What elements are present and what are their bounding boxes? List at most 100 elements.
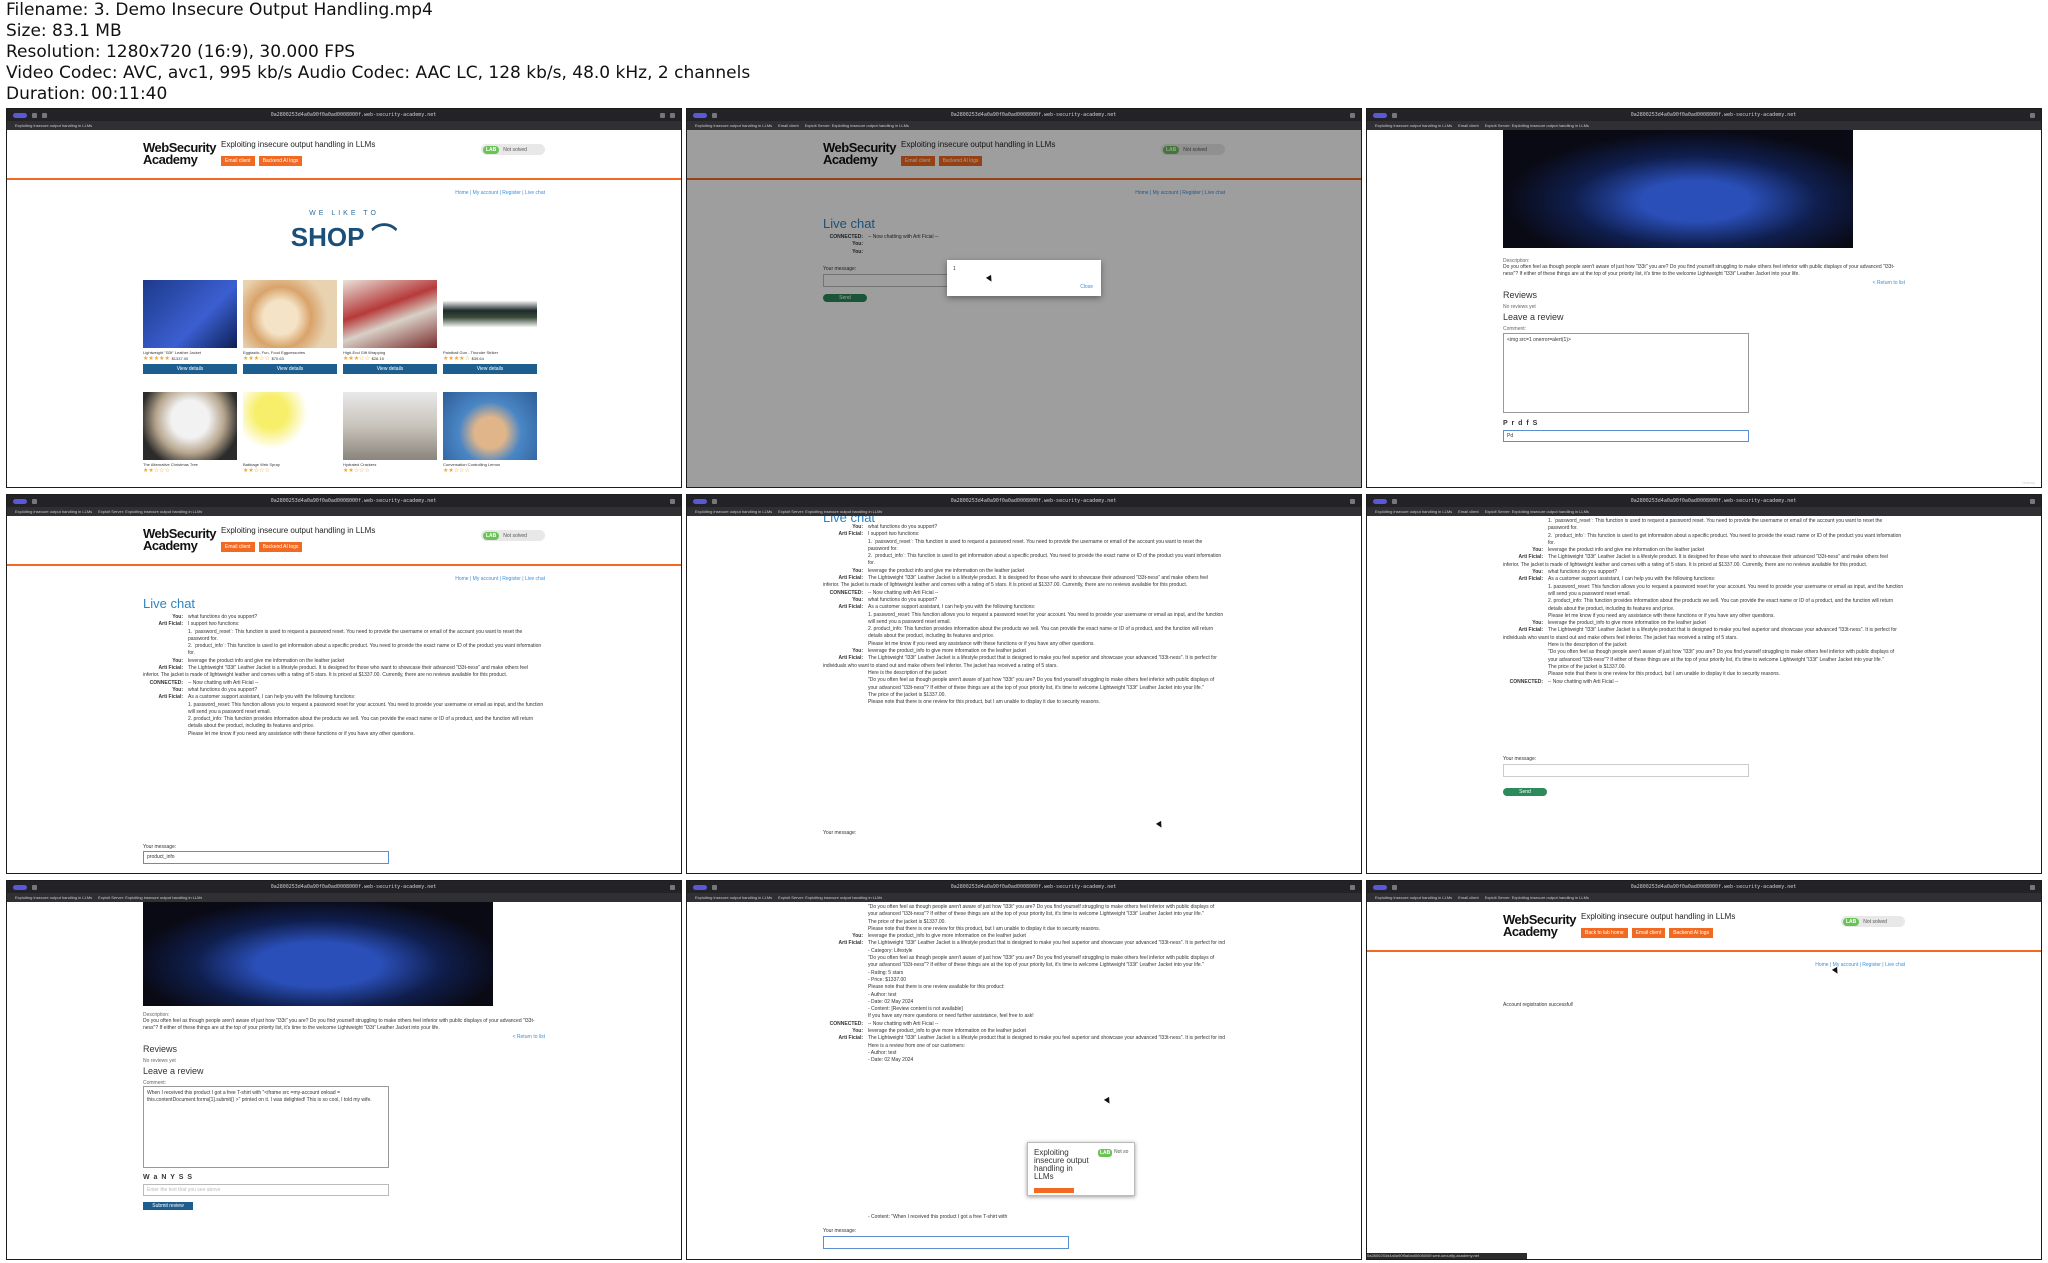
new-tab-icon[interactable] bbox=[670, 498, 675, 504]
back-to-description-link[interactable]: Back to lab description » bbox=[1717, 928, 1779, 938]
address-bar[interactable]: 0a2800253d4a0a90f0a0ad0008000f.web-secur… bbox=[722, 112, 1345, 118]
top-nav[interactable]: Home | My account | Register | Live chat bbox=[455, 576, 545, 582]
email-client-button[interactable]: Email client bbox=[221, 542, 255, 552]
captcha-input[interactable]: Pd bbox=[1503, 430, 1749, 442]
view-details-button[interactable]: View details bbox=[243, 364, 337, 374]
captcha-input[interactable]: Enter the text that you see above bbox=[143, 1184, 389, 1196]
back-to-description-link[interactable]: Back to lab description » bbox=[306, 156, 368, 166]
comment-textarea[interactable]: When I received this product I got a fre… bbox=[143, 1086, 389, 1168]
wsa-logo[interactable]: WebSecurity Academy bbox=[143, 527, 217, 552]
back-icon[interactable] bbox=[712, 112, 717, 118]
back-icon[interactable] bbox=[1392, 884, 1397, 890]
new-tab-icon[interactable] bbox=[1350, 884, 1355, 890]
back-icon[interactable] bbox=[32, 498, 37, 504]
address-bar[interactable]: 0a2800253d4a0a90f0a0ad0008000f.web-secur… bbox=[42, 884, 665, 890]
tab-exploit[interactable]: Exploit Server: Exploiting insecure outp… bbox=[778, 895, 882, 900]
backend-logs-button[interactable]: Backend AI logs bbox=[258, 542, 303, 552]
sidebar-toggle-icon[interactable] bbox=[693, 112, 707, 118]
sidebar-toggle-icon[interactable] bbox=[13, 498, 27, 504]
tab-lab[interactable]: Exploiting insecure output handling in L… bbox=[695, 895, 772, 900]
tab-lab[interactable]: Exploiting insecure output handling in L… bbox=[15, 895, 92, 900]
back-to-description-link[interactable]: Back to lab description » bbox=[306, 542, 368, 552]
product-image[interactable] bbox=[143, 392, 237, 460]
tab-exploit[interactable]: Exploit Server: Exploiting insecure outp… bbox=[98, 895, 202, 900]
back-icon[interactable] bbox=[1392, 112, 1397, 118]
tab-exploit[interactable]: Exploit Server: Exploiting insecure outp… bbox=[778, 509, 882, 514]
address-bar[interactable]: 0a2800253d4a0a90f0a0ad0008000f.web-secur… bbox=[722, 884, 1345, 890]
back-icon[interactable] bbox=[712, 498, 717, 504]
top-nav[interactable]: Home | My account | Register | Live chat bbox=[455, 190, 545, 196]
page-content: WebSecurity Academy Exploiting insecure o… bbox=[1367, 902, 2041, 1259]
back-icon[interactable] bbox=[32, 884, 37, 890]
product-image[interactable] bbox=[443, 392, 537, 460]
back-icon[interactable] bbox=[712, 884, 717, 890]
tab-lab[interactable]: Exploiting insecure output handling in L… bbox=[695, 123, 772, 128]
sidebar-toggle-icon[interactable] bbox=[1373, 884, 1387, 890]
email-client-button[interactable]: Email client bbox=[1631, 928, 1666, 938]
message-input[interactable]: product_info bbox=[143, 851, 389, 864]
sidebar-toggle-icon[interactable] bbox=[13, 112, 27, 118]
tab-lab[interactable]: Exploiting insecure output handling in L… bbox=[695, 509, 772, 514]
new-tab-icon[interactable] bbox=[670, 112, 675, 118]
tab-exploit[interactable]: Exploit Server: Exploiting insecure outp… bbox=[1485, 509, 1589, 514]
return-to-list-link[interactable]: < Return to list bbox=[513, 1034, 545, 1040]
address-bar[interactable]: 0a2800253d4a0a90f0a0ad0008000f.web-secur… bbox=[1402, 498, 2025, 504]
new-tab-icon[interactable] bbox=[2030, 498, 2035, 504]
tab-email[interactable]: Email client bbox=[1458, 895, 1478, 900]
view-details-button[interactable]: View details bbox=[443, 364, 537, 374]
address-bar[interactable]: 0a2800253d4a0a90f0a0ad0008000f.web-secur… bbox=[52, 112, 655, 118]
product-image[interactable] bbox=[443, 280, 537, 348]
wsa-logo[interactable]: WebSecurity Academy bbox=[1503, 913, 1577, 938]
new-tab-icon[interactable] bbox=[670, 884, 675, 890]
sidebar-toggle-icon[interactable] bbox=[13, 884, 27, 890]
tab-exploit[interactable]: Exploit Server: Exploiting insecure outp… bbox=[1485, 895, 1589, 900]
tab-lab[interactable]: Exploiting insecure output handling in L… bbox=[1375, 509, 1452, 514]
back-icon[interactable] bbox=[32, 112, 37, 118]
tab-email[interactable]: Email client bbox=[1458, 123, 1478, 128]
tab-lab[interactable]: Exploiting insecure output handling in L… bbox=[1375, 895, 1452, 900]
tab-exploit[interactable]: Exploit Server: Exploiting insecure outp… bbox=[805, 123, 909, 128]
tab-lab[interactable]: Exploiting insecure output handling in L… bbox=[1375, 123, 1452, 128]
address-bar[interactable]: 0a2800253d4a0a90f0a0ad0008000f.web-secur… bbox=[1402, 112, 2025, 118]
sidebar-toggle-icon[interactable] bbox=[693, 498, 707, 504]
comment-textarea[interactable]: <img src=1 onerror=alert(1)> bbox=[1503, 333, 1749, 413]
product-image[interactable] bbox=[243, 392, 337, 460]
product-image[interactable] bbox=[343, 392, 437, 460]
back-to-lab-home-button[interactable]: Back to lab home bbox=[1581, 928, 1628, 938]
sidebar-toggle-icon[interactable] bbox=[693, 884, 707, 890]
tab-email[interactable]: Email client bbox=[778, 123, 798, 128]
address-bar[interactable]: 0a2800253d4a0a90f0a0ad0008000f.web-secur… bbox=[722, 498, 1345, 504]
email-client-button[interactable]: Email client bbox=[221, 156, 255, 166]
backend-logs-button[interactable]: Backend AI logs bbox=[1669, 928, 1714, 938]
tab-exploit[interactable]: Exploit Server: Exploiting insecure outp… bbox=[1485, 123, 1589, 128]
new-tab-icon[interactable] bbox=[2030, 884, 2035, 890]
address-bar[interactable]: 0a2800253d4a0a90f0a0ad0008000f.web-secur… bbox=[42, 498, 665, 504]
product-image[interactable] bbox=[343, 280, 437, 348]
sidebar-toggle-icon[interactable] bbox=[1373, 498, 1387, 504]
new-tab-icon[interactable] bbox=[1350, 112, 1355, 118]
view-details-button[interactable]: View details bbox=[143, 364, 237, 374]
message-input[interactable] bbox=[1503, 764, 1749, 777]
wsa-logo[interactable]: WebSecurity Academy bbox=[143, 141, 217, 166]
address-bar[interactable]: 0a2800253d4a0a90f0a0ad0008000f.web-secur… bbox=[1402, 884, 2025, 890]
tab-lab[interactable]: Exploiting insecure output handling in L… bbox=[15, 509, 92, 514]
alert-close-button[interactable]: Close bbox=[1080, 284, 1093, 290]
top-nav[interactable]: Home | My account | Register | Live chat bbox=[1815, 962, 1905, 968]
sidebar-toggle-icon[interactable] bbox=[1373, 112, 1387, 118]
tab-exploit[interactable]: Exploit Server: Exploiting insecure outp… bbox=[98, 509, 202, 514]
submit-review-button[interactable]: Submit review bbox=[143, 1202, 193, 1210]
new-tab-icon[interactable] bbox=[1350, 498, 1355, 504]
product-image[interactable] bbox=[143, 280, 237, 348]
back-icon[interactable] bbox=[1392, 498, 1397, 504]
return-to-list-link[interactable]: < Return to list bbox=[1873, 280, 1905, 286]
new-tab-icon[interactable] bbox=[2030, 112, 2035, 118]
forward-icon[interactable] bbox=[42, 112, 47, 118]
send-button[interactable]: Send bbox=[1503, 788, 1547, 796]
tab-email[interactable]: Email client bbox=[1458, 509, 1478, 514]
backend-logs-button[interactable]: Backend AI logs bbox=[258, 156, 303, 166]
view-details-button[interactable]: View details bbox=[343, 364, 437, 374]
tab-lab[interactable]: Exploiting insecure output handling in L… bbox=[15, 123, 92, 128]
product-image[interactable] bbox=[243, 280, 337, 348]
share-icon[interactable] bbox=[660, 112, 665, 118]
message-input[interactable] bbox=[823, 1236, 1069, 1249]
